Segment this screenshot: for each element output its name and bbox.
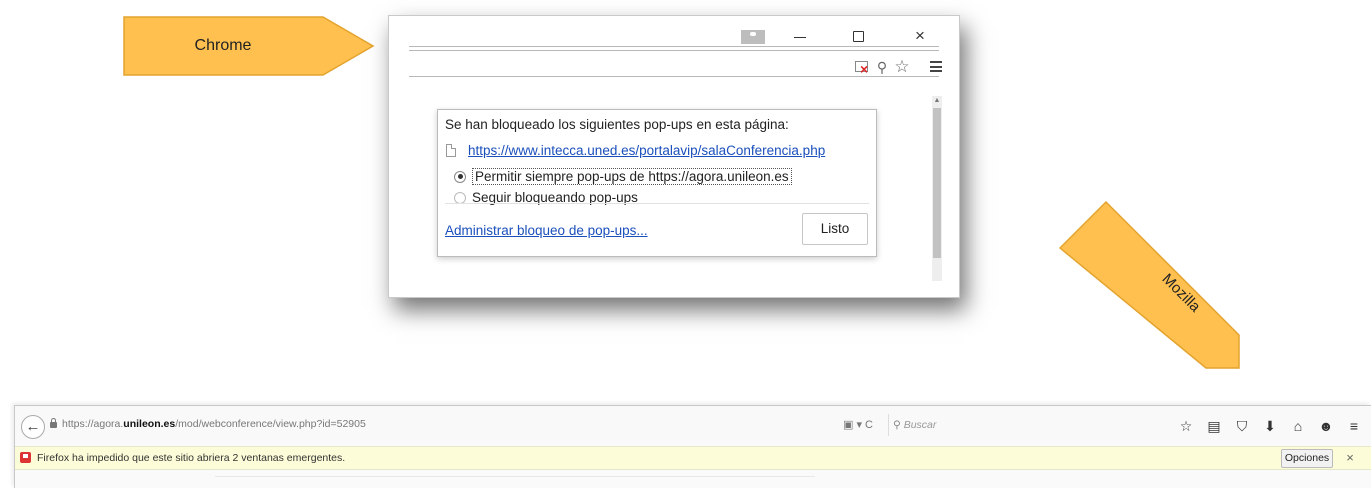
scrollbar[interactable]: ▲ (932, 96, 942, 281)
popup-blocked-notification: Firefox ha impedido que este sitio abrie… (15, 446, 1371, 470)
manage-popups-link[interactable]: Administrar bloqueo de pop-ups... (445, 223, 648, 238)
firefox-window: ← https://agora.unileon.es/mod/webconfer… (14, 405, 1371, 488)
tab-strip-line (409, 50, 939, 51)
url-domain: unileon.es (123, 418, 176, 430)
url-path: /mod/webconference/view.php?id=52905 (175, 418, 366, 430)
chrome-titlebar: × (389, 16, 959, 51)
home-icon[interactable]: ⌂ (1284, 416, 1312, 436)
chrome-callout: Chrome (123, 16, 375, 76)
search-icon: ⚲ (893, 419, 901, 431)
radio-button[interactable] (454, 191, 466, 204)
reading-list-icon[interactable]: ▤ (1200, 416, 1228, 436)
tab-strip-line (409, 46, 939, 47)
search-field[interactable]: ⚲ Buscar (888, 414, 998, 436)
popup-blocked-bubble: Se han bloqueado los siguientes pop-ups … (437, 109, 877, 257)
bookmark-star-icon[interactable]: ☆ (1172, 416, 1200, 436)
popup-blocked-icon (20, 452, 31, 463)
scroll-up-arrow-icon[interactable]: ▲ (932, 96, 942, 106)
menu-icon[interactable]: ≡ (1340, 416, 1368, 436)
popup-blocked-icon[interactable] (855, 61, 868, 75)
close-notification-icon[interactable]: × (1342, 450, 1358, 466)
scroll-thumb[interactable] (933, 108, 941, 258)
done-button[interactable]: Listo (802, 213, 868, 245)
notification-text: Firefox ha impedido que este sitio abrie… (37, 452, 346, 464)
radio-allow-popups[interactable]: Permitir siempre pop-ups de https://agor… (454, 168, 792, 185)
close-icon[interactable]: × (906, 26, 934, 46)
chat-icon[interactable]: ☻ (1312, 416, 1340, 436)
downloads-icon[interactable]: ⬇ (1256, 416, 1284, 436)
options-button[interactable]: Opciones (1281, 449, 1333, 468)
lock-icon[interactable] (50, 418, 57, 428)
maximize-icon[interactable] (844, 26, 872, 46)
pocket-icon[interactable]: ⛉ (1228, 416, 1256, 436)
url-bar[interactable]: https://agora.unileon.es/mod/webconferen… (62, 418, 366, 430)
firefox-navbar: ← https://agora.unileon.es/mod/webconfer… (15, 406, 1371, 444)
bubble-title: Se han bloqueado los siguientes pop-ups … (445, 117, 789, 132)
menu-icon[interactable] (930, 61, 942, 72)
firefox-toolbar-icons: ☆ ▤ ⛉ ⬇ ⌂ ☻ ≡ (1172, 416, 1368, 436)
url-prefix: https://agora. (62, 418, 124, 430)
search-placeholder: Buscar (903, 419, 937, 431)
blocked-popup-link[interactable]: https://www.intecca.uned.es/portalavip/s… (468, 143, 825, 158)
document-icon (446, 144, 456, 157)
blocked-popup-row: https://www.intecca.uned.es/portalavip/s… (446, 143, 825, 158)
page-content-divider (215, 476, 815, 477)
bookmark-star-icon[interactable]: ☆ (893, 58, 911, 76)
back-arrow-icon[interactable]: ← (21, 415, 45, 439)
radio-allow-label[interactable]: Permitir siempre pop-ups de https://agor… (472, 168, 792, 185)
minimize-icon[interactable] (786, 26, 814, 46)
url-bar-icons[interactable]: ▣ ▾ C (843, 418, 873, 431)
zoom-icon[interactable]: ⚲ (873, 58, 891, 76)
chrome-callout-label: Chrome (194, 37, 252, 54)
bubble-divider (445, 203, 869, 204)
user-icon[interactable] (741, 30, 765, 44)
radio-button-selected[interactable] (454, 170, 466, 183)
